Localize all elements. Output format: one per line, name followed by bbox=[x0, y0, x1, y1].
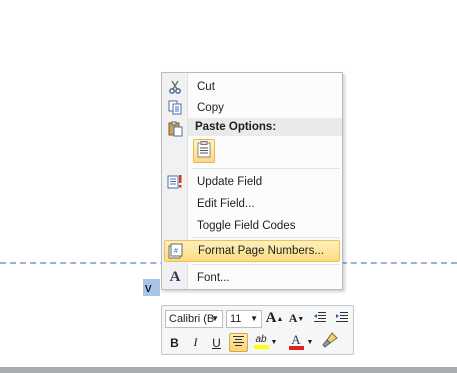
svg-text:#: # bbox=[174, 248, 178, 255]
paste-keep-text-only-icon bbox=[197, 141, 211, 161]
italic-button[interactable]: I bbox=[186, 333, 205, 352]
format-painter-brush-icon bbox=[321, 332, 338, 351]
scissors-icon bbox=[164, 76, 186, 97]
center-align-icon bbox=[232, 335, 245, 350]
menu-item-label: Cut bbox=[197, 80, 215, 93]
bold-button[interactable]: B bbox=[165, 333, 184, 352]
menu-item-format-page-numbers[interactable]: # Format Page Numbers... bbox=[164, 240, 340, 262]
increase-indent-button[interactable] bbox=[332, 309, 351, 328]
underline-button[interactable]: U bbox=[207, 333, 226, 352]
increase-indent-icon bbox=[335, 311, 349, 327]
menu-item-label: Toggle Field Codes bbox=[197, 219, 296, 232]
menu-separator bbox=[192, 237, 340, 238]
highlight-dropdown-button[interactable]: ▼ bbox=[269, 333, 279, 352]
font-name-value: Calibri (B bbox=[169, 313, 215, 325]
menu-item-label: Copy bbox=[197, 101, 224, 114]
mini-formatting-toolbar: Calibri (B ▼ 11 ▼ A ▲ A ▼ B I U ab ▼ A ▼ bbox=[161, 305, 354, 355]
decrease-indent-icon bbox=[313, 311, 327, 327]
shrink-font-icon: A bbox=[288, 311, 298, 325]
menu-item-label: Format Page Numbers... bbox=[198, 245, 324, 257]
center-align-button[interactable] bbox=[229, 333, 248, 352]
paste-keep-text-only-button[interactable] bbox=[193, 139, 215, 163]
context-menu: Cut Copy Paste Options: Update Field Edi… bbox=[161, 72, 343, 290]
menu-item-font[interactable]: A Font... bbox=[164, 267, 340, 288]
status-bar-edge bbox=[0, 367, 457, 373]
font-A-icon: A bbox=[169, 269, 181, 285]
paste-options-header: Paste Options: bbox=[188, 118, 342, 136]
bold-icon: B bbox=[170, 335, 179, 350]
chevron-down-icon: ▼ bbox=[306, 339, 314, 346]
paste-options-icon-cell bbox=[164, 118, 188, 139]
clipboard-icon bbox=[164, 118, 186, 139]
grow-font-icon: A bbox=[265, 310, 277, 326]
underline-icon: U bbox=[212, 335, 221, 350]
font-color-button[interactable]: A bbox=[287, 332, 305, 351]
chevron-down-icon: ▼ bbox=[270, 339, 278, 346]
menu-item-cut[interactable]: Cut bbox=[164, 76, 340, 97]
highlight-icon: ab bbox=[255, 334, 267, 345]
menu-item-label: Edit Field... bbox=[197, 197, 255, 210]
font-size-value: 11 bbox=[230, 313, 242, 325]
paste-options-label: Paste Options: bbox=[195, 121, 277, 133]
menu-item-toggle-field-codes[interactable]: Toggle Field Codes bbox=[164, 215, 340, 236]
font-name-combobox[interactable]: Calibri (B ▼ bbox=[165, 310, 223, 328]
highlight-color-swatch bbox=[253, 345, 269, 349]
font-color-swatch bbox=[288, 345, 304, 350]
selected-text[interactable]: v bbox=[143, 279, 160, 296]
shrink-font-button[interactable]: A ▼ bbox=[287, 309, 306, 328]
menu-item-update-field[interactable]: Update Field bbox=[164, 171, 340, 192]
italic-icon: I bbox=[193, 335, 198, 349]
menu-item-edit-field[interactable]: Edit Field... bbox=[164, 193, 340, 214]
font-size-combobox[interactable]: 11 ▼ bbox=[226, 310, 262, 328]
font-color-dropdown-button[interactable]: ▼ bbox=[305, 333, 315, 352]
menu-separator bbox=[192, 168, 340, 169]
copy-icon bbox=[164, 97, 186, 118]
menu-item-label: Font... bbox=[197, 271, 230, 284]
chevron-down-icon: ▼ bbox=[211, 314, 219, 323]
menu-item-label: Update Field bbox=[197, 175, 263, 188]
chevron-down-icon: ▼ bbox=[250, 314, 258, 323]
menu-separator bbox=[192, 264, 340, 265]
decrease-indent-button[interactable] bbox=[310, 309, 329, 328]
format-painter-button[interactable] bbox=[320, 332, 339, 351]
font-color-icon: A bbox=[291, 331, 301, 347]
menu-item-copy[interactable]: Copy bbox=[164, 97, 340, 118]
text-highlight-button[interactable]: ab bbox=[252, 332, 270, 351]
grow-font-button[interactable]: A ▲ bbox=[265, 309, 284, 328]
update-field-icon bbox=[164, 171, 186, 192]
page-number-format-icon: # bbox=[165, 241, 187, 262]
